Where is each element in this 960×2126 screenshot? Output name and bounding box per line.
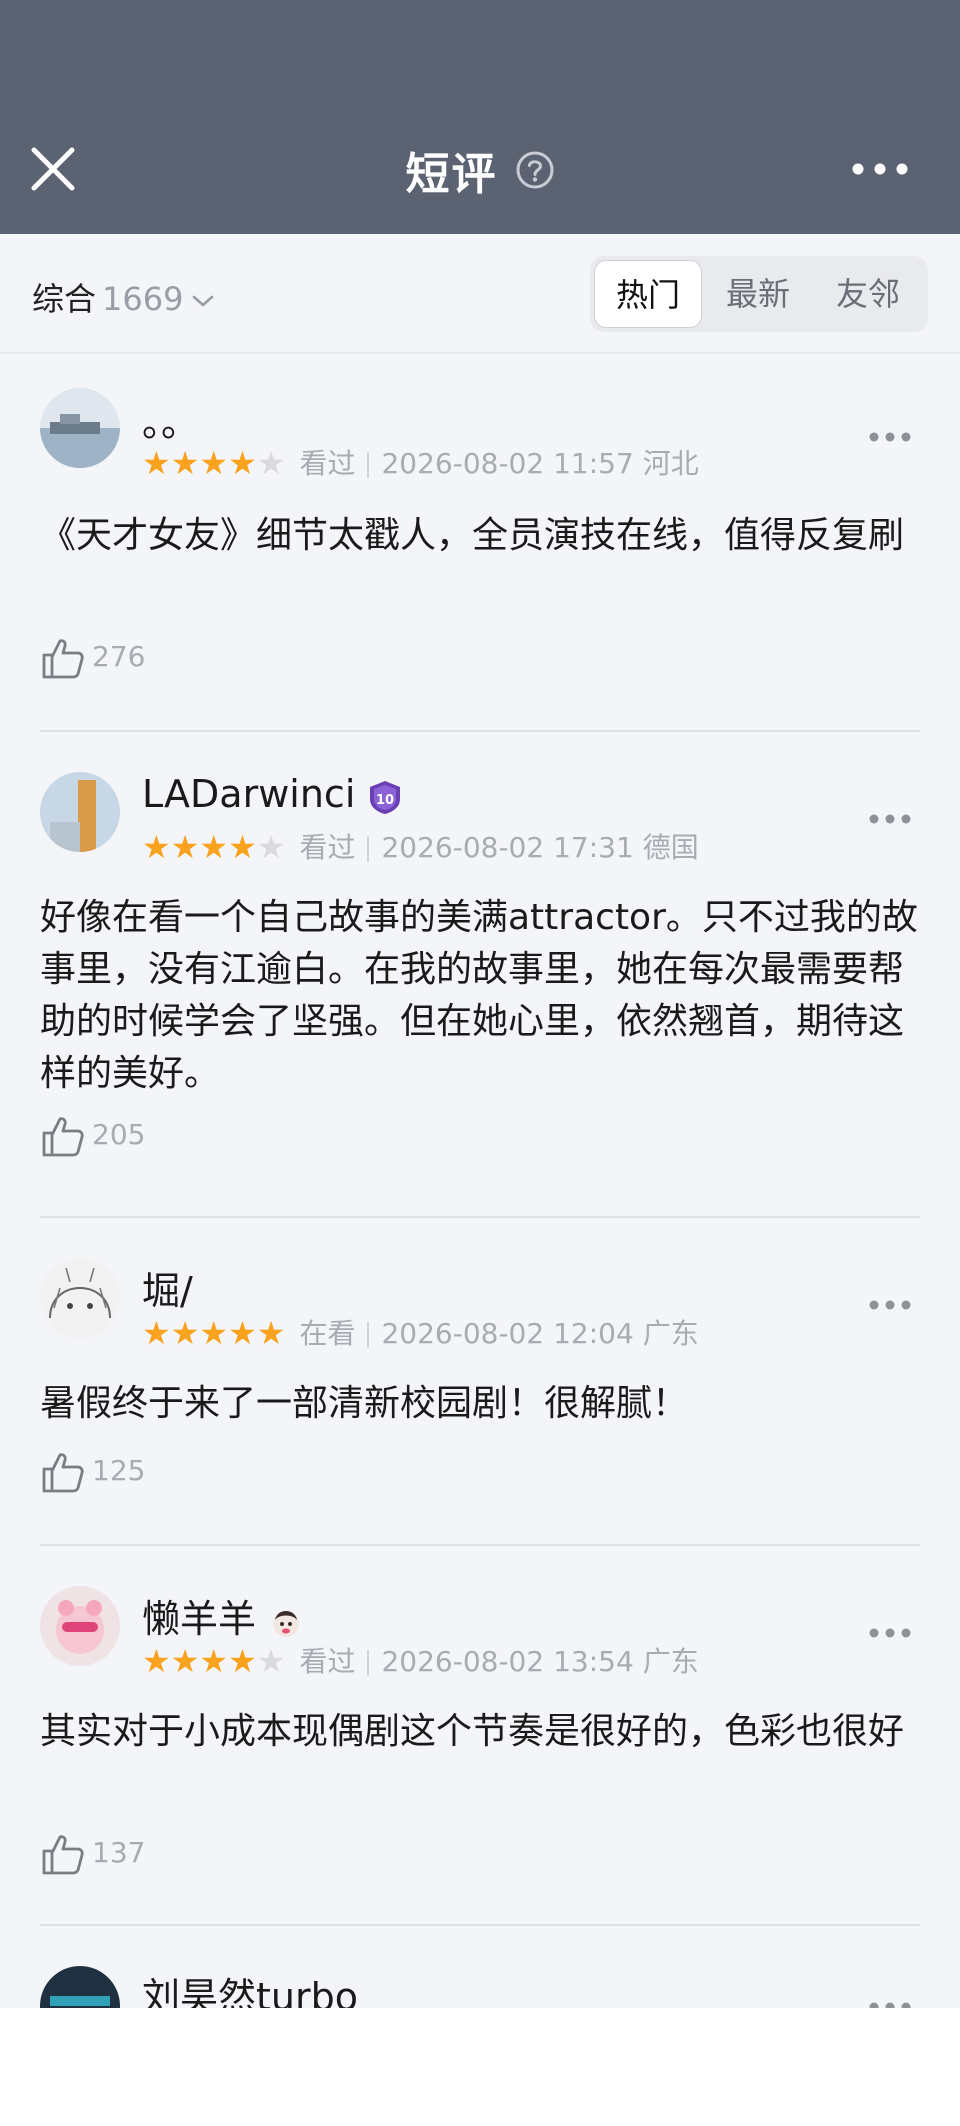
review-text: 暑假终于来了一部清新校园剧！很解腻！: [40, 1383, 689, 1424]
like-count: 276: [92, 640, 146, 673]
page-title: 短评: [405, 149, 498, 200]
sort-label: 综合: [32, 280, 97, 318]
question-circle-icon[interactable]: [515, 150, 555, 190]
like-count: 125: [92, 1454, 146, 1487]
review-meta: ★★★★★ 在看 2026-08-02 12:04 广东: [142, 1314, 699, 1354]
review-item: LADarwinci 10 ★★★★★ 看过 2026-08-02 17:31 德国 …: [40, 732, 920, 1218]
review-location: 广东: [642, 1645, 699, 1678]
avatar[interactable]: [40, 1258, 120, 1338]
avatar[interactable]: [40, 388, 120, 468]
meta-divider: [367, 1650, 370, 1676]
review-time: 2026-08-02 13:54: [381, 1645, 634, 1678]
review-item: 堀/ ★★★★★ 在看 2026-08-02 12:04 广东 暑假终于来了一部清新…: [40, 1218, 920, 1546]
review-item: 。。 ★★★★★ 看过 2026-08-02 11:57 河北 《天才女友》细节太戳…: [40, 352, 920, 732]
sort-dropdown[interactable]: 综合 1669: [32, 274, 215, 320]
review-time: 2026-08-02 11:57: [381, 447, 634, 480]
rating-stars: ★★★★★: [142, 1642, 286, 1680]
like-count: 205: [92, 1118, 146, 1151]
watch-status: 看过: [299, 831, 356, 864]
like-button[interactable]: 125: [40, 1446, 145, 1496]
thumbs-up-icon: [42, 639, 84, 679]
meta-divider: [367, 452, 370, 478]
review-meta: ★★★★★ 看过 2026-08-02 13:54 广东: [142, 1642, 699, 1682]
watch-status: 看过: [299, 447, 356, 480]
review-location: 德国: [642, 831, 699, 864]
review-text: 《天才女友》细节太戳人，全员演技在线，值得反复刷: [40, 515, 905, 556]
tab-group: 热门 最新 友邻: [590, 256, 928, 332]
page-title-group: 短评: [0, 138, 960, 202]
watch-status: 看过: [299, 1645, 356, 1678]
reviewer-name-text: LADarwinci: [142, 772, 356, 816]
filter-bar: 综合 1669 热门 最新 友邻: [0, 234, 960, 354]
like-button[interactable]: 137: [40, 1828, 145, 1878]
tab-friends[interactable]: 友邻: [814, 260, 922, 328]
more-dots-icon[interactable]: [868, 812, 912, 826]
more-dots-icon[interactable]: [868, 2000, 912, 2008]
more-dots-icon[interactable]: [868, 1298, 912, 1312]
top-nav-bar: 短评: [0, 0, 960, 234]
avatar[interactable]: [40, 772, 120, 852]
meta-divider: [367, 836, 370, 862]
reviewer-name[interactable]: LADarwinci 10: [142, 772, 403, 816]
review-time: 2026-08-02 12:04: [381, 1317, 634, 1350]
level-badge-icon: 10: [370, 780, 401, 814]
review-count: 1669: [102, 280, 184, 318]
review-meta: ★★★★★ 看过 2026-08-02 11:57 河北: [142, 444, 699, 484]
reviewer-name[interactable]: 。。: [142, 392, 199, 447]
avatar[interactable]: [40, 1586, 120, 1666]
like-count: 137: [92, 1836, 146, 1869]
like-button[interactable]: 276: [40, 632, 145, 682]
thumbs-up-icon: [42, 1835, 84, 1875]
bottom-blank-area: [0, 2008, 960, 2126]
reviewer-name[interactable]: 堀/: [142, 1260, 193, 1315]
review-location: 广东: [642, 1317, 699, 1350]
more-dots-icon[interactable]: [850, 154, 910, 184]
thumbs-up-icon: [42, 1117, 84, 1157]
meta-divider: [367, 1322, 370, 1348]
chevron-down-icon: [193, 295, 214, 307]
rating-stars: ★★★★★: [142, 444, 286, 482]
review-location: 河北: [642, 447, 699, 480]
thumbs-up-icon: [42, 1453, 84, 1493]
rating-stars: ★★★★★: [142, 828, 286, 866]
reviewer-name[interactable]: 刘昊然turbo: [142, 1966, 358, 2008]
review-item: 刘昊然turbo: [40, 1926, 920, 2008]
review-time: 2026-08-02 17:31: [381, 831, 634, 864]
reviewer-name-text: 懒羊羊: [142, 1597, 257, 1641]
review-text: 其实对于小成本现偶剧这个节奏是很好的，色彩也很好: [40, 1711, 905, 1752]
like-button[interactable]: 205: [40, 1110, 145, 1160]
review-list-area: 综合 1669 热门 最新 友邻 。。 ★★★★★ 看过 2026-08-02 11:…: [0, 234, 960, 2008]
rating-stars: ★★★★★: [142, 1314, 286, 1352]
review-meta: ★★★★★ 看过 2026-08-02 17:31 德国: [142, 828, 699, 868]
more-dots-icon[interactable]: [868, 430, 912, 444]
reviewer-name[interactable]: 懒羊羊: [142, 1588, 304, 1643]
tab-latest[interactable]: 最新: [704, 260, 812, 328]
avatar[interactable]: [40, 1966, 120, 2008]
tab-hot[interactable]: 热门: [594, 260, 702, 328]
watch-status: 在看: [299, 1317, 356, 1350]
more-dots-icon[interactable]: [868, 1626, 912, 1640]
review-item: 懒羊羊 ★★★★★ 看过 2026-08-02 13:54 广东 其实对于小成本现偶…: [40, 1546, 920, 1926]
review-text: 好像在看一个自己故事的美满attractor。只不过我的故事里，没有江逾白。在我…: [40, 897, 918, 1094]
badge-level: 10: [376, 793, 394, 808]
character-badge-icon: [273, 1610, 300, 1637]
